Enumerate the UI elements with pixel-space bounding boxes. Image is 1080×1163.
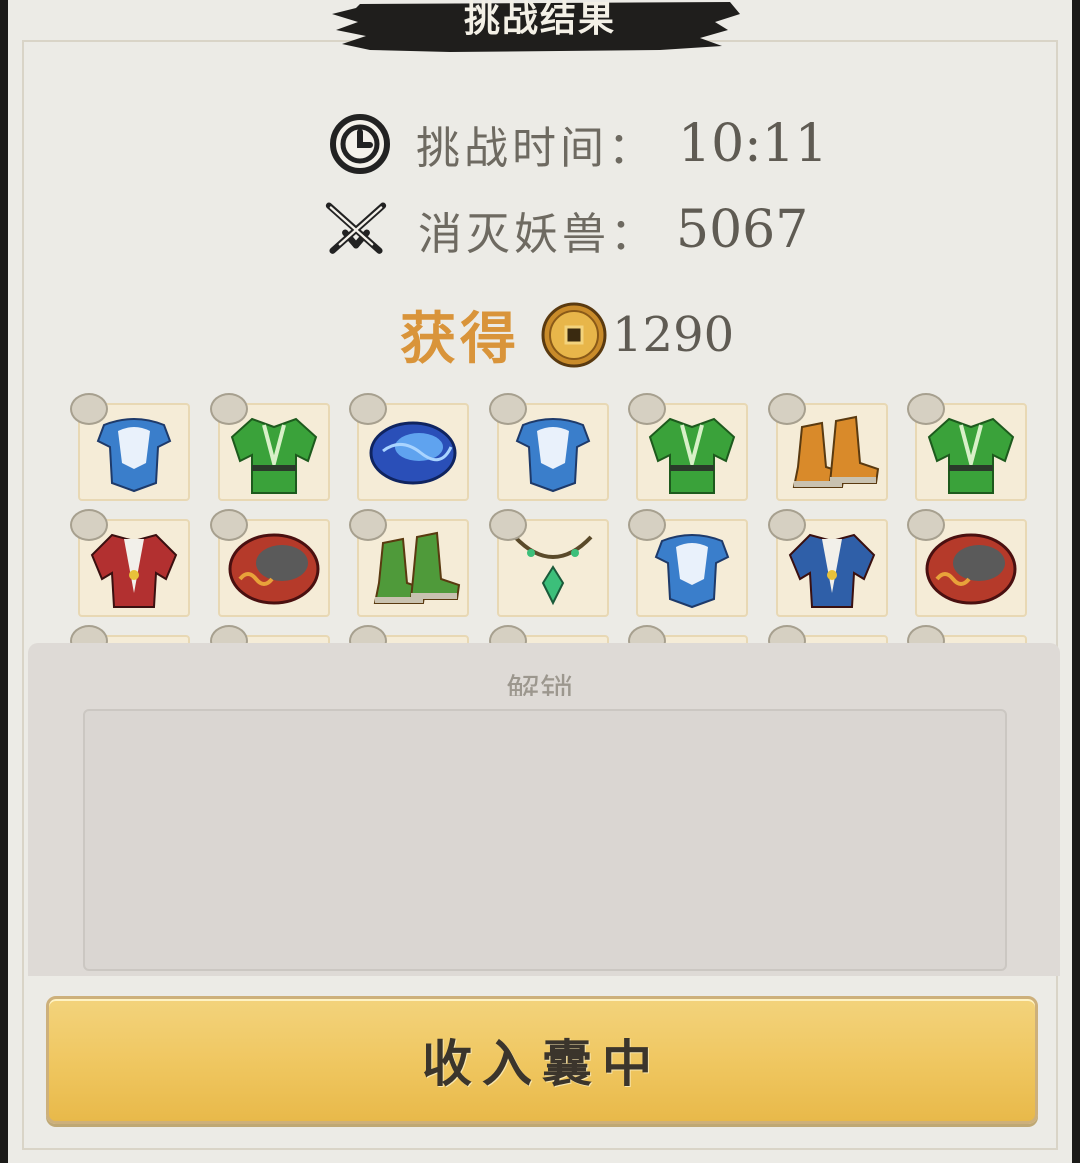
- reward-row: 获得 1290: [400, 294, 734, 375]
- item-select-badge[interactable]: [907, 509, 945, 541]
- reward-label: 获得: [400, 307, 520, 372]
- item-select-badge[interactable]: [628, 509, 666, 541]
- clock-icon: [324, 108, 396, 180]
- reward-item-slot[interactable]: [907, 509, 1027, 617]
- reward-item-slot[interactable]: [70, 509, 190, 617]
- item-select-badge[interactable]: [349, 393, 387, 425]
- reward-item-slot[interactable]: [349, 393, 469, 501]
- challenge-time-value: 10:11: [678, 114, 828, 174]
- challenge-time-label: 挑战时间：: [416, 123, 656, 174]
- item-select-badge[interactable]: [489, 509, 527, 541]
- page-title: 挑战结果: [463, 0, 616, 40]
- reward-item-slot[interactable]: [768, 393, 888, 501]
- reward-item-slot[interactable]: [70, 393, 190, 501]
- title-banner: 挑战结果: [330, 0, 750, 56]
- reward-item-slot[interactable]: [907, 393, 1027, 501]
- coin-amount: 1290: [612, 306, 735, 363]
- coin-icon: [540, 301, 608, 369]
- reward-item-slot[interactable]: [489, 393, 609, 501]
- collect-button-label: 收入囊中: [422, 1035, 662, 1093]
- item-select-badge[interactable]: [489, 393, 527, 425]
- reward-item-slot[interactable]: [210, 393, 330, 501]
- collect-button[interactable]: 收入囊中: [46, 996, 1038, 1124]
- item-select-badge[interactable]: [70, 509, 108, 541]
- monsters-killed-row: 消灭妖兽： 5067: [320, 194, 808, 266]
- item-select-badge[interactable]: [768, 509, 806, 541]
- item-select-badge[interactable]: [210, 393, 248, 425]
- reward-item-slot[interactable]: [628, 393, 748, 501]
- item-select-badge[interactable]: [768, 393, 806, 425]
- item-select-badge[interactable]: [349, 509, 387, 541]
- item-select-badge[interactable]: [907, 393, 945, 425]
- reward-items-grid: [60, 390, 1040, 678]
- unlock-title: 解锁: [506, 672, 574, 696]
- crossed-swords-icon: [320, 194, 392, 266]
- item-select-badge[interactable]: [70, 393, 108, 425]
- reward-item-slot[interactable]: [489, 509, 609, 617]
- reward-item-slot[interactable]: [628, 509, 748, 617]
- item-select-badge[interactable]: [210, 509, 248, 541]
- reward-item-slot[interactable]: [768, 509, 888, 617]
- monsters-killed-label: 消灭妖兽：: [418, 209, 658, 260]
- challenge-time-row: 挑战时间： 10:11: [324, 108, 828, 180]
- monsters-killed-value: 5067: [676, 200, 809, 260]
- item-select-badge[interactable]: [628, 393, 666, 425]
- unlock-content-box: [83, 709, 1007, 971]
- reward-item-slot[interactable]: [210, 509, 330, 617]
- reward-item-slot[interactable]: [349, 509, 469, 617]
